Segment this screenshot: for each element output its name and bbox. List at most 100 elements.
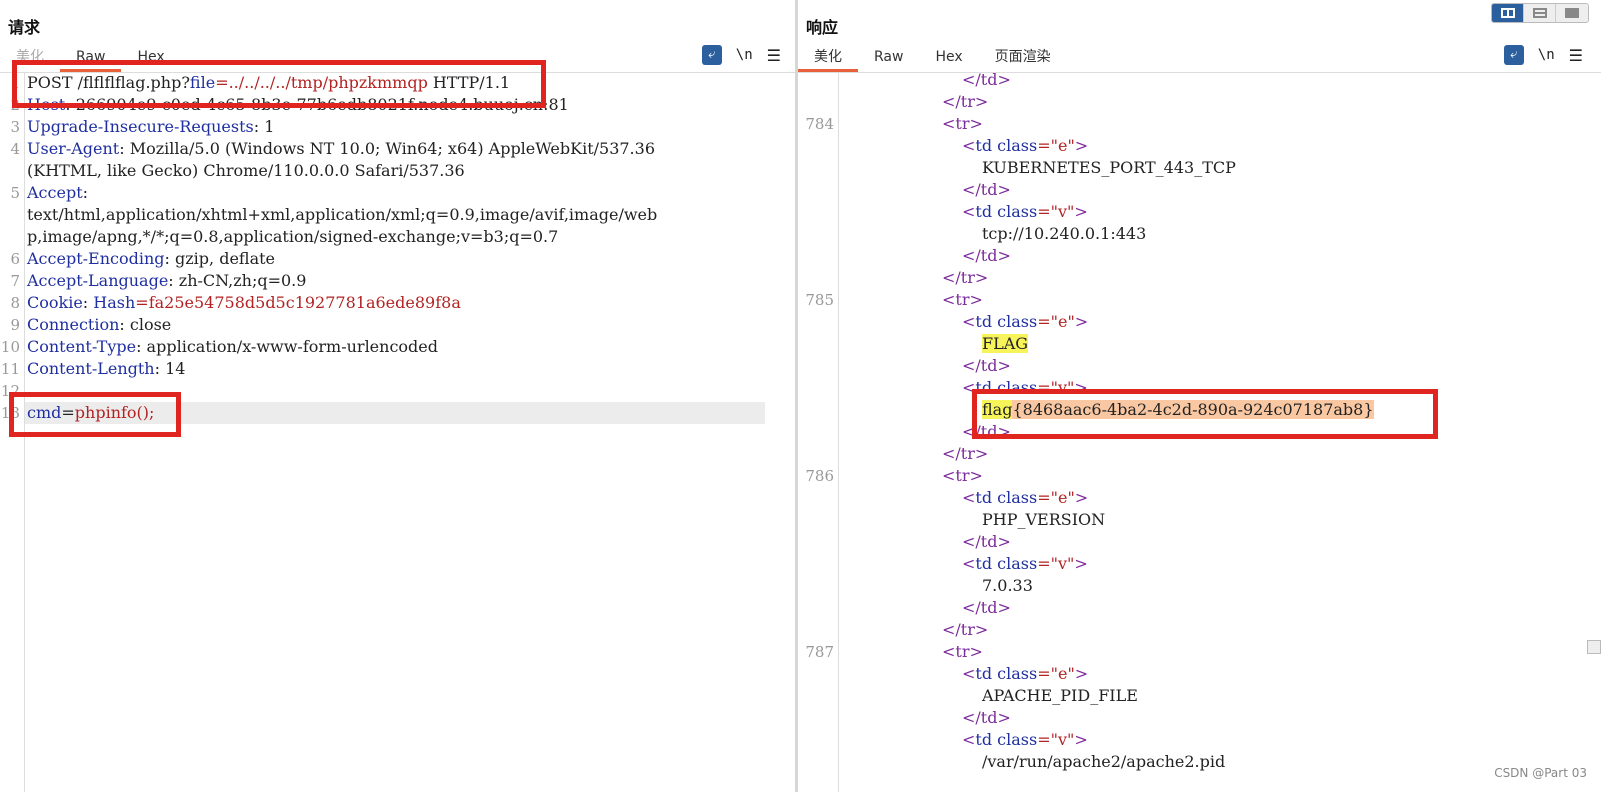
code-line: tcp://10.240.0.1:443 (798, 223, 1601, 245)
code-line: <td class="e"> (798, 663, 1601, 685)
token: <tr> (942, 114, 983, 133)
token: : 14 (154, 359, 186, 378)
line-number: 9 (10, 316, 20, 334)
token: </td> (962, 598, 1011, 617)
wrap-icon[interactable]: ⤶ (1503, 45, 1524, 65)
line-number: 6 (10, 250, 20, 268)
single-view-icon[interactable] (1556, 4, 1588, 22)
token: Hash (93, 293, 136, 312)
code-line: /var/run/apache2/apache2.pid (798, 751, 1601, 773)
token: </tr> (942, 92, 989, 111)
scrollbar-thumb[interactable] (1587, 640, 1601, 654)
wrap-icon[interactable]: ⤶ (701, 45, 722, 65)
token: td class (975, 554, 1038, 573)
code-line: </td> (798, 69, 1601, 91)
code-line: </td> (798, 179, 1601, 201)
response-title: 响应 (806, 18, 839, 37)
line-text: <td class="e"> (962, 311, 1088, 333)
line-text: <td class="e"> (962, 135, 1088, 157)
token: </tr> (942, 268, 989, 287)
token: > (1074, 202, 1088, 221)
token: <tr> (942, 642, 983, 661)
code-line: </td> (798, 531, 1601, 553)
line-text: APACHE_PID_FILE (982, 685, 1138, 707)
token: tcp://10.240.0.1:443 (982, 224, 1147, 243)
token: </tr> (942, 620, 989, 639)
token: User-Agent (27, 139, 120, 158)
highlight-box-cmd (9, 392, 181, 437)
token: < (962, 730, 976, 749)
newline-toggle[interactable]: \n (1538, 47, 1555, 63)
token: td class (975, 136, 1038, 155)
token: 7.0.33 (982, 576, 1033, 595)
watermark: CSDN @Part 03 (1494, 766, 1587, 780)
code-line: 784 <tr> (798, 113, 1601, 135)
token: Accept-Encoding (27, 249, 165, 268)
line-number: 784 (805, 115, 834, 133)
code-line: </tr> (798, 91, 1601, 113)
line-text: Upgrade-Insecure-Requests: 1 (27, 116, 274, 138)
code-line: 3 Upgrade-Insecure-Requests: 1 (0, 116, 795, 138)
code-line: <td class="v"> (798, 553, 1601, 575)
token: td class (975, 730, 1038, 749)
menu-icon[interactable]: ☰ (1569, 46, 1583, 65)
token: <tr> (942, 466, 983, 485)
line-text: /var/run/apache2/apache2.pid (982, 751, 1225, 773)
split-horizontal-icon[interactable] (1492, 4, 1524, 22)
token: /var/run/apache2/apache2.pid (982, 752, 1226, 771)
token: APACHE_PID_FILE (982, 686, 1138, 705)
token: : Mozilla/5.0 (Windows NT 10.0; Win64; x… (119, 139, 655, 158)
code-line: </tr> (798, 267, 1601, 289)
code-line: </td> (798, 355, 1601, 377)
token: > (1074, 664, 1089, 683)
token: ="v" (1037, 730, 1075, 749)
line-text: tcp://10.240.0.1:443 (982, 223, 1146, 245)
line-text: FLAG (982, 333, 1029, 355)
menu-icon[interactable]: ☰ (767, 46, 781, 65)
token: ="e" (1037, 488, 1075, 507)
code-line: </tr> (798, 443, 1601, 465)
code-line: p,image/apng,*/*;q=0.8,application/signe… (0, 226, 795, 248)
token: Upgrade-Insecure-Requests (27, 117, 254, 136)
request-toolbar: ⤶ \n ☰ (701, 45, 781, 65)
code-line: </td> (798, 597, 1601, 619)
code-line: <td class="v"> (798, 729, 1601, 751)
newline-toggle[interactable]: \n (736, 47, 753, 63)
token: : close (119, 315, 172, 334)
token: > (1074, 488, 1089, 507)
token: </td> (962, 356, 1011, 375)
line-text: <td class="v"> (962, 553, 1088, 575)
line-text: text/html,application/xhtml+xml,applicat… (27, 204, 657, 226)
token: ="e" (1037, 664, 1075, 683)
line-text: </td> (962, 69, 1011, 91)
token: text/html,application/xhtml+xml,applicat… (27, 205, 658, 224)
line-text: </td> (962, 245, 1011, 267)
line-text: <td class="e"> (962, 487, 1088, 509)
token: ="v" (1037, 202, 1075, 221)
line-text: </td> (962, 707, 1011, 729)
code-line: 4 User-Agent: Mozilla/5.0 (Windows NT 10.… (0, 138, 795, 160)
token: Accept-Language (27, 271, 169, 290)
line-text: </tr> (942, 267, 988, 289)
line-text: </tr> (942, 443, 988, 465)
line-number: 11 (0, 360, 20, 378)
code-line: 5 Accept: (0, 182, 795, 204)
line-text: </td> (962, 597, 1011, 619)
line-text: <tr> (942, 289, 983, 311)
line-text: <td class="e"> (962, 663, 1088, 685)
token: </td> (962, 246, 1011, 265)
code-line: </tr> (798, 619, 1601, 641)
token: > (1074, 730, 1088, 749)
code-line: 7 Accept-Language: zh-CN,zh;q=0.9 (0, 270, 795, 292)
token: td (980, 70, 998, 89)
split-vertical-icon[interactable] (1524, 4, 1556, 22)
line-number: 787 (805, 643, 834, 661)
code-line: 11 Content-Length: 14 (0, 358, 795, 380)
view-mode-toggle (1491, 3, 1589, 23)
token: : application/x-www-form-urlencoded (136, 337, 438, 356)
line-number: 7 (10, 272, 20, 290)
line-text: Accept-Encoding: gzip, deflate (27, 248, 275, 270)
line-text: <td class="v"> (962, 201, 1088, 223)
token: < (962, 554, 976, 573)
code-line: 10 Content-Type: application/x-www-form-u… (0, 336, 795, 358)
